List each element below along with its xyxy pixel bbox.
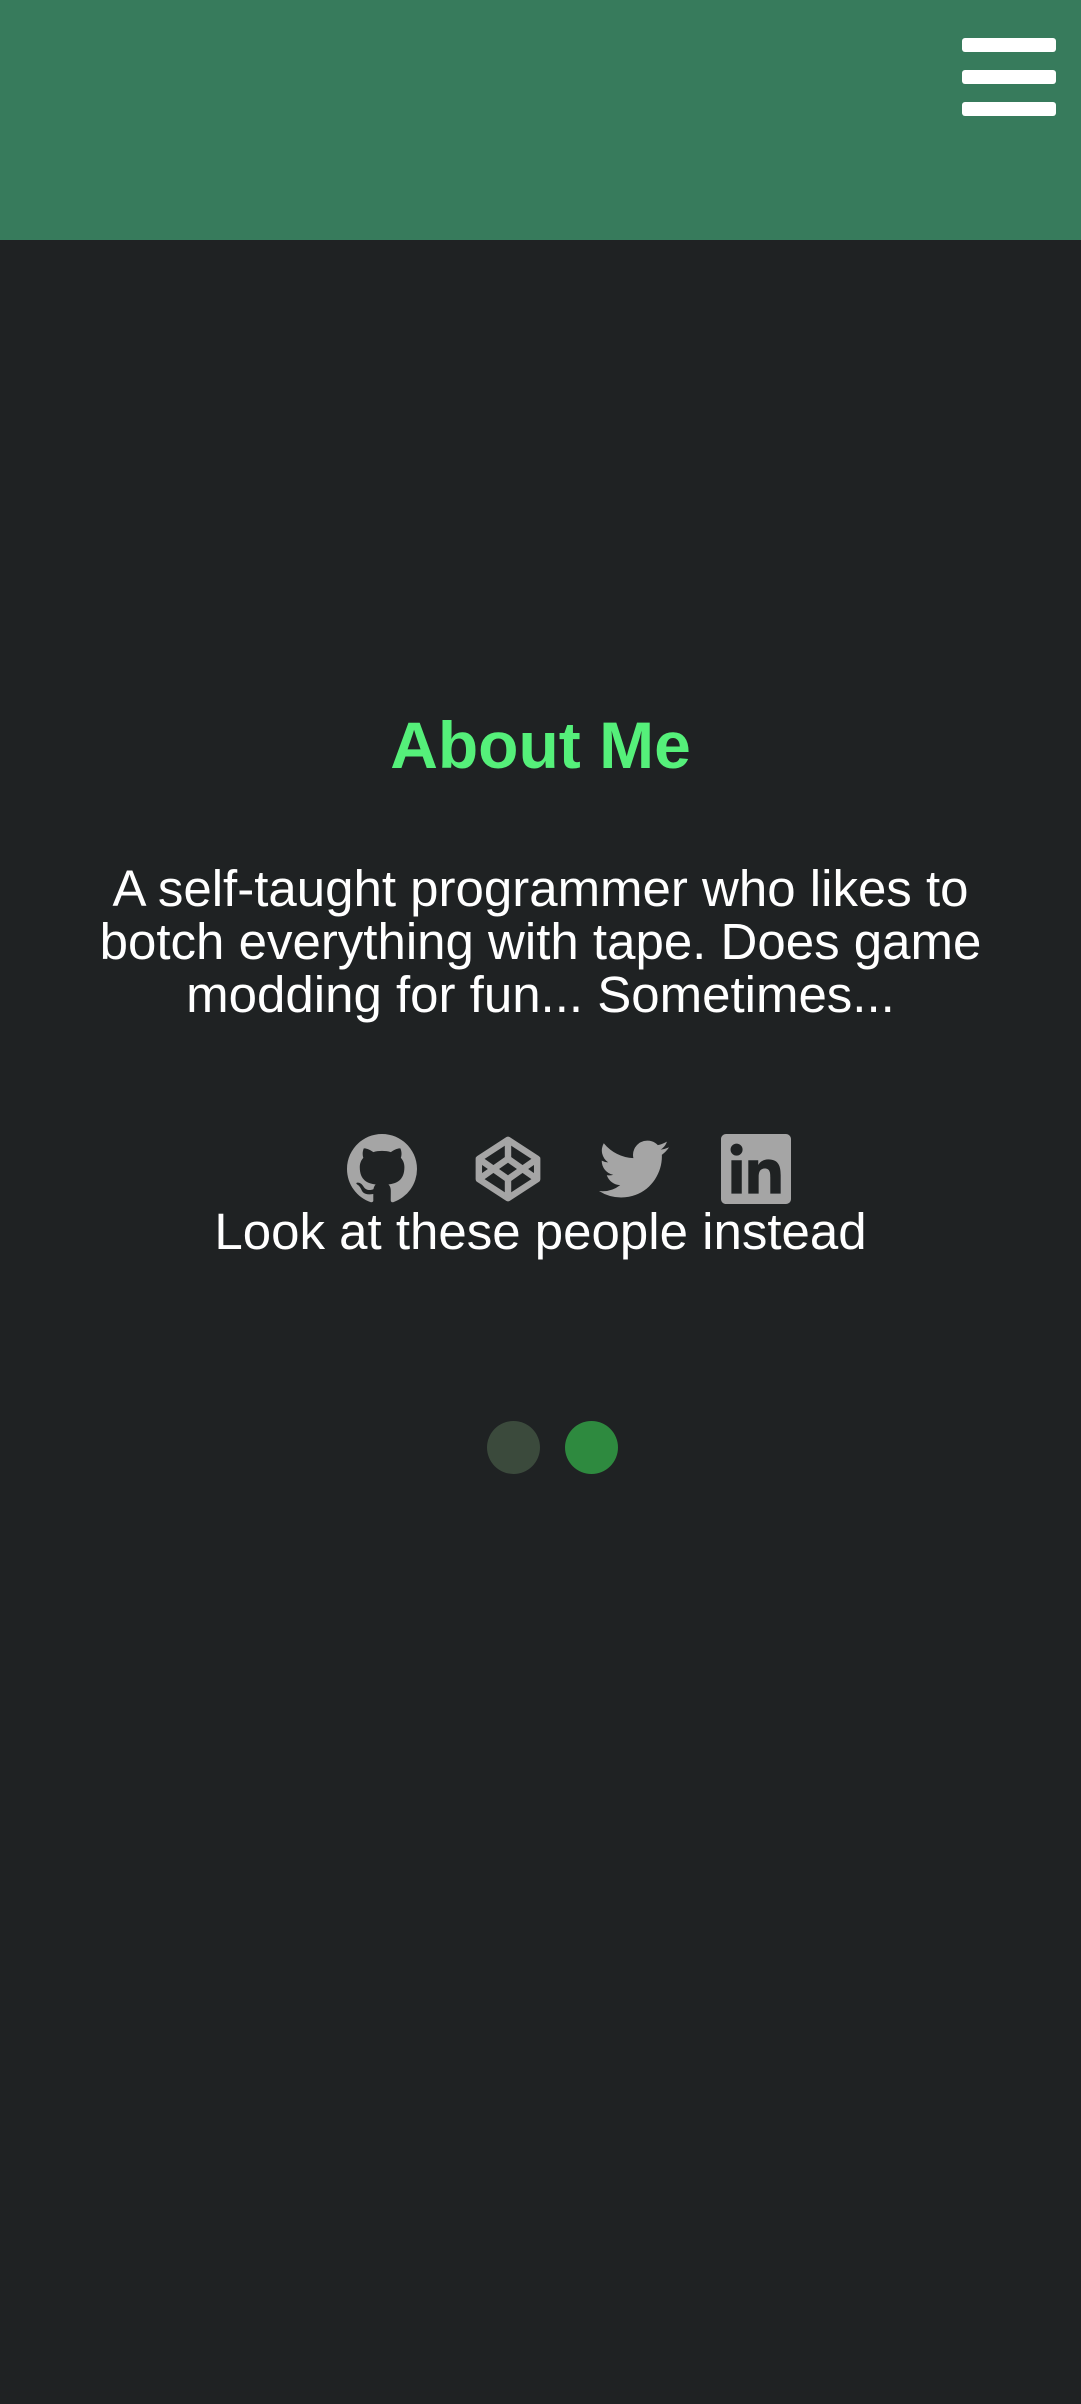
pagination-dot[interactable] — [487, 1421, 540, 1474]
social-links — [0, 1134, 1081, 1204]
linkedin-icon — [721, 1134, 791, 1204]
menu-bar — [962, 102, 1056, 116]
codepen-link[interactable] — [473, 1134, 543, 1204]
github-link[interactable] — [347, 1134, 417, 1204]
menu-bar — [962, 38, 1056, 52]
top-header — [0, 0, 1081, 240]
about-bio: A self-taught programmer who likes to bo… — [99, 860, 982, 1023]
hamburger-menu-icon[interactable] — [962, 36, 1056, 122]
github-icon — [347, 1134, 417, 1203]
menu-bar — [962, 70, 1056, 84]
carousel-pagination — [0, 1421, 1081, 1475]
twitter-icon — [599, 1140, 669, 1198]
twitter-link[interactable] — [599, 1134, 669, 1204]
about-title: About Me — [390, 708, 691, 782]
codepen-icon — [475, 1136, 541, 1202]
pagination-dot-active[interactable] — [565, 1421, 618, 1474]
tagline: Look at these people instead — [214, 1203, 867, 1260]
linkedin-link[interactable] — [721, 1134, 791, 1204]
